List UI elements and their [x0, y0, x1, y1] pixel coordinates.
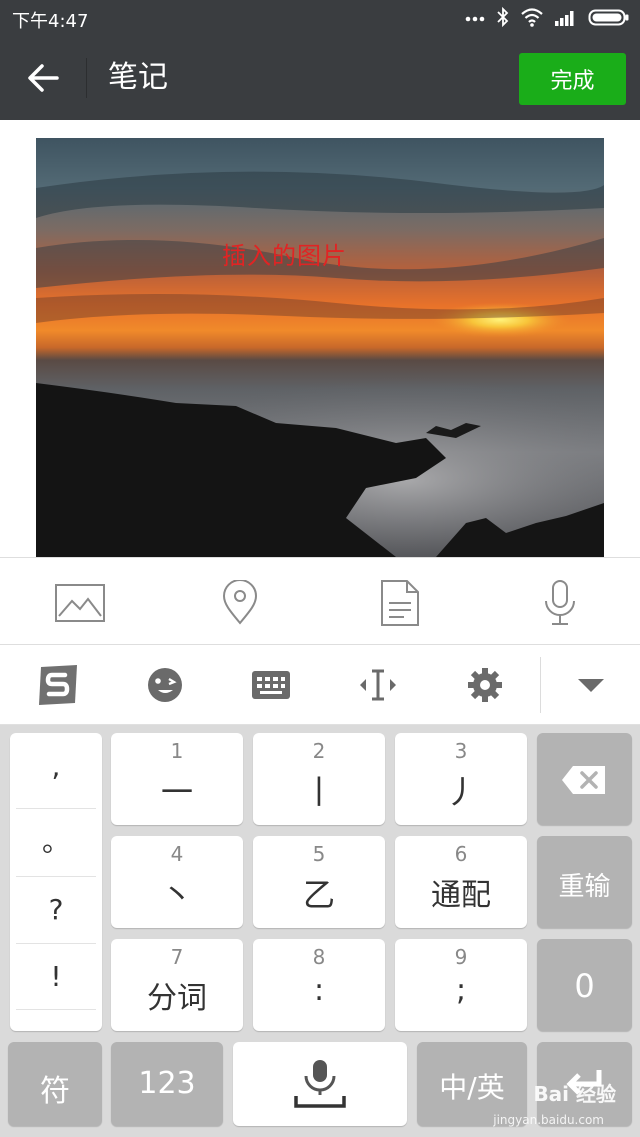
insert-file-button[interactable]: [370, 578, 430, 628]
collapse-keyboard-icon: [578, 679, 604, 692]
status-time: 下午4:47: [12, 11, 89, 32]
ime-toolbar-divider: [540, 657, 541, 713]
watermark-text: Bai 经验: [533, 1082, 616, 1106]
key-8-colon[interactable]: 8 :: [253, 939, 385, 1031]
note-content[interactable]: 插入的图片: [0, 120, 640, 557]
reenter-label: 重输: [558, 872, 611, 902]
arrow-left-icon: [28, 64, 59, 92]
backspace-icon: [562, 766, 605, 794]
insert-image-button[interactable]: [50, 578, 110, 628]
done-button[interactable]: 完成: [519, 53, 626, 105]
microphone-icon: [545, 580, 575, 625]
key-9-semicolon[interactable]: 9 ;: [395, 939, 527, 1031]
sogou-logo-icon: [39, 665, 77, 705]
key-label: :: [313, 973, 325, 1008]
key-number: 7: [170, 945, 184, 969]
key-label: 一: [160, 773, 193, 811]
key-2-shu[interactable]: 2 丨: [253, 733, 385, 825]
app-bar-divider: [86, 58, 87, 98]
key-number: 9: [454, 945, 468, 969]
key-1-heng[interactable]: 1 一: [111, 733, 243, 825]
language-switch-label: 中/英: [439, 1071, 505, 1104]
key-label: 分词: [147, 981, 207, 1016]
key-number: 1: [170, 739, 184, 763]
key-number: 8: [312, 945, 326, 969]
emoji-icon: [148, 668, 182, 702]
ime-toolbar: [0, 645, 640, 725]
zero-key[interactable]: 0: [537, 939, 632, 1031]
watermark-subtext: jingyan.baidu.com: [493, 1113, 604, 1127]
ime-settings-button[interactable]: [460, 663, 510, 707]
backspace-key[interactable]: [537, 733, 632, 825]
punct-question-key[interactable]: ?: [10, 876, 102, 943]
key-7-segment[interactable]: 7 分词: [111, 939, 243, 1031]
cursor-move-icon: [360, 669, 396, 701]
number-mode-label: 123: [138, 1066, 196, 1101]
settings-icon: [468, 668, 502, 702]
key-label: 通配: [431, 878, 491, 913]
space-key[interactable]: [233, 1042, 407, 1126]
cursor-move-button[interactable]: [353, 663, 403, 707]
image-icon: [55, 584, 105, 622]
battery-icon: [588, 9, 629, 26]
punct-divider: [16, 1009, 96, 1010]
key-5-zhe[interactable]: 5 乙: [253, 836, 385, 928]
document-icon: [381, 580, 419, 626]
key-4-dian[interactable]: 4 丶: [111, 836, 243, 928]
inserted-image[interactable]: 插入的图片: [36, 138, 604, 557]
key-3-pie[interactable]: 3 丿: [395, 733, 527, 825]
page-title: 笔记: [108, 60, 168, 95]
key-label: 丿: [444, 773, 477, 811]
key-number: 2: [312, 739, 326, 763]
wifi-icon: [521, 8, 543, 27]
key-label: 丶: [160, 876, 193, 914]
status-icons: [464, 6, 630, 28]
number-mode-key[interactable]: 123: [111, 1042, 223, 1126]
key-label: ;: [455, 973, 467, 1008]
signal-icon: [555, 11, 574, 26]
more-dots-icon: [465, 16, 485, 22]
symbol-key[interactable]: 符: [8, 1042, 102, 1126]
punct-exclaim-key[interactable]: !: [10, 943, 102, 1010]
microphone-icon: [294, 1060, 346, 1108]
emoji-button[interactable]: [140, 663, 190, 707]
sogou-logo-button[interactable]: [33, 663, 83, 707]
key-label: 丨: [302, 773, 335, 811]
bluetooth-icon: [497, 6, 509, 28]
key-number: 4: [170, 842, 184, 866]
key-number: 5: [312, 842, 326, 866]
key-label: 乙: [302, 876, 335, 914]
keyboard-switch-button[interactable]: [246, 663, 296, 707]
collapse-keyboard-button[interactable]: [566, 663, 616, 707]
key-number: 3: [454, 739, 468, 763]
app-bar: 笔记 完成: [0, 36, 640, 120]
voice-input-button[interactable]: [530, 578, 590, 628]
back-button[interactable]: [20, 58, 66, 98]
insert-location-button[interactable]: [210, 578, 270, 628]
zero-label: 0: [574, 967, 595, 1005]
punctuation-column: , 。 ? !: [10, 733, 102, 1031]
attachment-toolbar: [0, 557, 640, 645]
sunset-sea-of-clouds-image: [36, 138, 604, 557]
keyboard-icon: [252, 671, 290, 699]
punct-period-key[interactable]: 。: [10, 808, 102, 875]
location-icon: [222, 580, 258, 625]
key-6-wildcard[interactable]: 6 通配: [395, 836, 527, 928]
key-number: 6: [454, 842, 468, 866]
status-bar: 下午4:47: [0, 0, 640, 36]
image-caption: 插入的图片: [222, 242, 347, 270]
reenter-key[interactable]: 重输: [537, 836, 632, 928]
stroke-keyboard: , 。 ? ! 1 一 2 丨 3 丿 4 丶 5 乙 6 通配 重输 7 分词…: [0, 725, 640, 1137]
punct-comma-key[interactable]: ,: [10, 733, 102, 800]
symbol-label: 符: [40, 1074, 70, 1109]
